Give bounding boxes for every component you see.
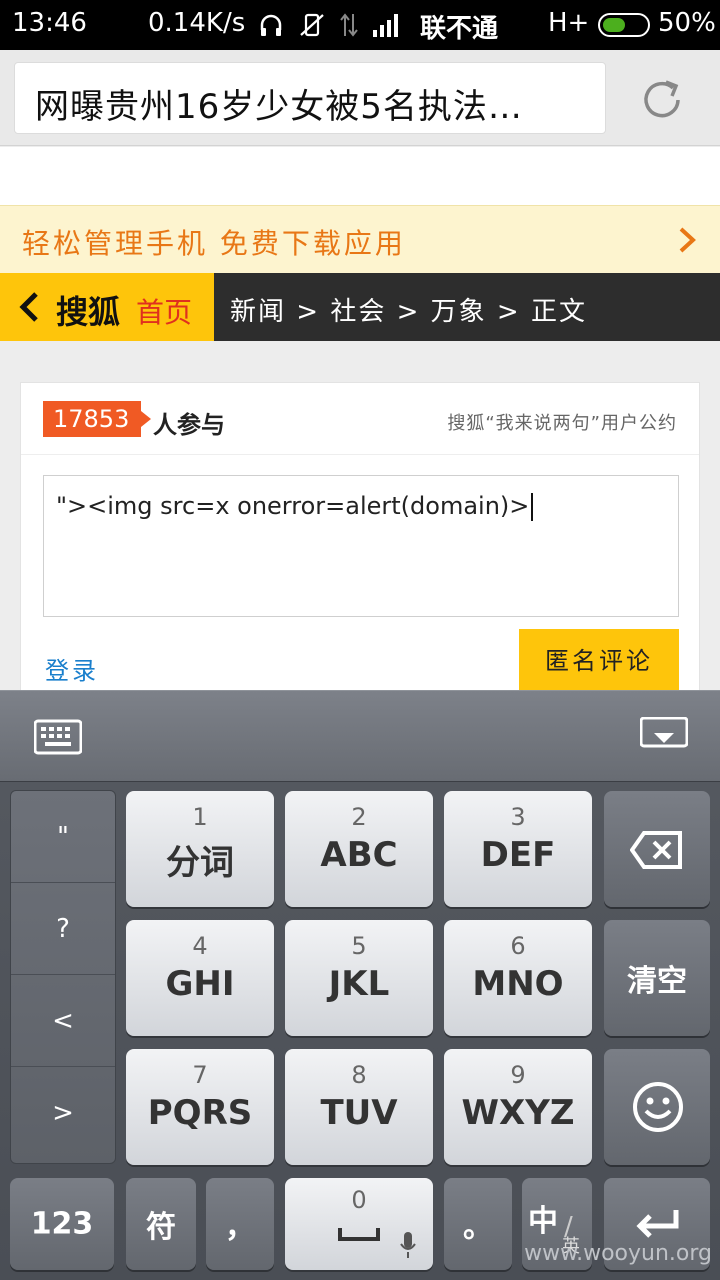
comment-box: 17853 人参与 搜狐“我来说两句”用户公约 "><img src=x one… (20, 382, 700, 702)
symbols-label: 符 (146, 1210, 176, 1245)
key-label: WXYZ (461, 1093, 575, 1133)
enter-icon (636, 1210, 679, 1238)
keyboard-toolbar (0, 690, 720, 782)
key-number: 3 (510, 803, 526, 831)
key-number: 8 (351, 1061, 367, 1089)
blank-area (0, 147, 720, 205)
key-5[interactable]: 5 JKL (285, 920, 433, 1036)
participants-label: 人参与 (153, 411, 225, 439)
number-mode-key[interactable]: 123 (10, 1178, 114, 1270)
home-label: 首页 (136, 296, 193, 329)
battery-level (603, 18, 625, 32)
key-8[interactable]: 8 TUV (285, 1049, 433, 1165)
key-number: 4 (192, 932, 208, 960)
status-network-type: H+ (548, 8, 590, 38)
vibrate-off-icon (300, 13, 324, 37)
symbol-column: " ? < > (10, 790, 116, 1164)
battery-icon (598, 13, 650, 37)
number-mode-label: 123 (30, 1206, 94, 1242)
key-4[interactable]: 4 GHI (126, 920, 274, 1036)
headphones-icon (260, 14, 282, 36)
key-2[interactable]: 2 ABC (285, 791, 433, 907)
key-label: TUV (320, 1093, 398, 1133)
key-3[interactable]: 3 DEF (444, 791, 592, 907)
lang-cn-label: 中 (528, 1204, 558, 1239)
status-carrier: 联不通 (420, 14, 499, 44)
participant-count-badge: 17853 (43, 401, 152, 437)
key-9[interactable]: 9 WXYZ (444, 1049, 592, 1165)
key-number: 7 (192, 1061, 208, 1089)
browser-toolbar: 网曝贵州16岁少女被5名执法… (0, 50, 720, 146)
page-title: 网曝贵州16岁少女被5名执法… (35, 87, 523, 127)
clear-key[interactable]: 清空 (604, 920, 710, 1036)
soft-keyboard: " ? < > 1 分词 2 ABC 3 DEF 4 GHI 5 JKL 6 MNO 清空 … (0, 690, 720, 1280)
comment-input[interactable]: "><img src=x onerror=alert(domain)> (43, 475, 679, 617)
symbol-key-greater-than[interactable]: > (11, 1067, 115, 1159)
space-key[interactable]: 0 (285, 1178, 433, 1270)
key-label: 分词 (166, 843, 234, 883)
signal-icon (373, 14, 398, 37)
top-nav: 搜狐 首页 新闻 > 社会 > 万象 > 正文 (0, 273, 720, 341)
login-link[interactable]: 登录 (45, 651, 99, 686)
period-key[interactable]: 。 (444, 1178, 512, 1270)
status-battery-percent: 50% (658, 8, 716, 38)
chevron-right-icon (679, 227, 696, 253)
status-time: 13:46 (12, 8, 87, 38)
promo-banner[interactable]: 轻松管理手机 免费下载应用 (0, 205, 720, 273)
key-number: 0 (351, 1186, 367, 1214)
key-number: 2 (351, 803, 367, 831)
user-convention-link[interactable]: 搜狐“我来说两句”用户公约 (447, 409, 677, 435)
comma-label: ， (225, 1210, 255, 1245)
space-bar-icon (338, 1228, 380, 1241)
key-1[interactable]: 1 分词 (126, 791, 274, 907)
key-number: 6 (510, 932, 526, 960)
text-caret (531, 493, 534, 521)
brand-logo: 搜狐 (56, 293, 121, 331)
clear-key-label: 清空 (627, 964, 687, 999)
comma-key[interactable]: ， (206, 1178, 274, 1270)
watermark: www.wooyun.org (524, 1241, 712, 1266)
backspace-key[interactable] (604, 791, 710, 907)
symbol-key-quote[interactable]: " (11, 791, 115, 883)
smiley-icon (633, 1082, 683, 1132)
address-bar[interactable]: 网曝贵州16岁少女被5名执法… (14, 62, 606, 134)
key-label: DEF (480, 835, 556, 875)
breadcrumb[interactable]: 新闻 > 社会 > 万象 > 正文 (230, 291, 587, 328)
comment-input-value: "><img src=x onerror=alert(domain)> (56, 492, 530, 520)
backspace-icon (630, 831, 682, 869)
key-number: 5 (351, 932, 367, 960)
home-link[interactable]: 搜狐 首页 (0, 273, 214, 341)
emoji-key[interactable] (604, 1049, 710, 1165)
status-network-speed: 0.14K/s (148, 8, 246, 38)
key-7[interactable]: 7 PQRS (126, 1049, 274, 1165)
key-label: MNO (472, 964, 564, 1004)
status-bar: 13:46 0.14K/s 联不通 H+ 50% (0, 0, 720, 50)
key-number: 1 (192, 803, 208, 831)
back-arrow-icon (19, 292, 38, 322)
key-number: 9 (510, 1061, 526, 1089)
key-label: PQRS (147, 1093, 253, 1133)
symbols-key[interactable]: 符 (126, 1178, 196, 1270)
key-label: GHI (165, 964, 235, 1004)
anonymous-comment-button[interactable]: 匿名评论 (519, 629, 679, 693)
reload-icon[interactable] (636, 74, 688, 126)
microphone-icon (400, 1232, 416, 1258)
key-label: ABC (320, 835, 398, 875)
key-label: JKL (328, 964, 390, 1004)
key-6[interactable]: 6 MNO (444, 920, 592, 1036)
promo-text: 轻松管理手机 免费下载应用 (22, 227, 406, 260)
status-icons (258, 10, 402, 40)
keyboard-icon[interactable] (34, 719, 82, 755)
hide-keyboard-icon[interactable] (640, 717, 688, 755)
symbol-key-less-than[interactable]: < (11, 975, 115, 1067)
symbol-key-question[interactable]: ? (11, 883, 115, 975)
comment-header: 17853 人参与 搜狐“我来说两句”用户公约 (21, 383, 699, 455)
period-label: 。 (463, 1210, 493, 1245)
data-transfer-icon (340, 13, 358, 37)
